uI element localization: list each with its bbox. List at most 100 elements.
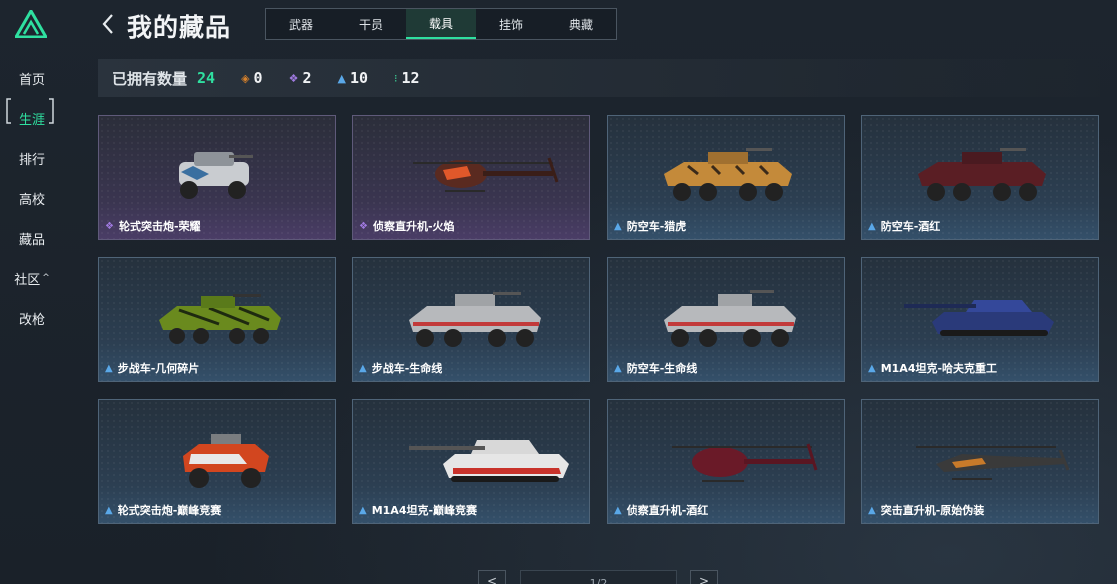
purple-gem-icon: ❖ — [359, 220, 368, 232]
attack-helicopter-icon — [916, 446, 1070, 480]
owned-stats-bar: 已拥有数量 24 ◈ 0 ❖ 2 ▲ 10 ⁝ 12 — [98, 59, 1100, 97]
tank-icon — [904, 300, 1054, 336]
card-caption: ❖ 轮式突击炮-荣耀 — [105, 218, 201, 234]
card-caption: ▲ M1A4坦克-哈夫克重工 — [868, 360, 997, 376]
tab-weapons[interactable]: 武器 — [266, 9, 336, 39]
vehicle-name: 步战车-几何碎片 — [117, 362, 200, 375]
nav-item-label: 首页 — [18, 72, 45, 88]
orange-gem-icon: ◈ — [241, 71, 250, 85]
card-caption: ▲ M1A4坦克-巅峰竞赛 — [359, 502, 477, 518]
tab-charms[interactable]: 挂饰 — [476, 9, 546, 39]
sidebar: 首页 生涯 排行 高校 藏品 社区 ^ 改枪 — [0, 0, 64, 584]
tank-icon — [409, 440, 569, 482]
rarity-count-green: ⁝ 12 — [394, 69, 420, 87]
purple-gem-icon: ❖ — [288, 71, 299, 85]
green-gem-icon: ⁝ — [394, 71, 398, 85]
card-caption: ▲ 步战车-几何碎片 — [105, 360, 199, 376]
vehicle-name: 突击直升机-原始伪装 — [880, 504, 985, 517]
nav-item-label: 生涯 — [18, 112, 45, 128]
tab-operators[interactable]: 干员 — [336, 9, 406, 39]
nav-item-home[interactable]: 首页 — [0, 58, 64, 98]
vehicle-card[interactable]: ▲ 步战车-几何碎片 — [98, 257, 336, 382]
vehicle-card[interactable]: ▲ 侦察直升机-酒红 — [607, 399, 845, 524]
card-caption: ▲ 侦察直升机-酒红 — [614, 502, 708, 518]
vehicle-name: 轮式突击炮-荣耀 — [118, 220, 201, 233]
vehicle-name: M1A4坦克-巅峰竞赛 — [371, 504, 478, 517]
blue-gem-icon: ▲ — [105, 504, 113, 516]
scout-helicopter-icon — [413, 157, 559, 192]
infantry-fighting-vehicle-icon — [159, 294, 281, 344]
vehicle-card[interactable]: ▲ M1A4坦克-哈夫克重工 — [861, 257, 1099, 382]
blue-gem-icon: ▲ — [359, 362, 367, 374]
rarity-count-blue: ▲ 10 — [337, 69, 368, 87]
anti-air-vehicle-icon — [918, 148, 1046, 201]
card-caption: ▲ 防空车-生命线 — [614, 360, 697, 376]
rarity-count-value: 12 — [401, 69, 420, 87]
blue-gem-icon: ▲ — [868, 362, 876, 374]
tab-vehicles[interactable]: 载具 — [406, 9, 476, 39]
vehicle-card[interactable]: ▲ 步战车-生命线 — [352, 257, 590, 382]
nav-item-collection[interactable]: 藏品 — [0, 218, 64, 258]
rarity-count-value: 2 — [302, 69, 312, 87]
rarity-count-value: 10 — [349, 69, 369, 87]
sidebar-nav: 首页 生涯 排行 高校 藏品 社区 ^ 改枪 — [0, 58, 64, 338]
card-caption: ▲ 防空车-猎虎 — [614, 218, 686, 234]
card-caption: ▲ 防空车-酒红 — [868, 218, 940, 234]
owned-count: 24 — [197, 69, 216, 87]
blue-gem-icon: ▲ — [868, 220, 876, 232]
nav-item-university[interactable]: 高校 — [0, 178, 64, 218]
card-caption: ❖ 侦察直升机-火焰 — [359, 218, 455, 234]
card-caption: ▲ 轮式突击炮-巅峰竞赛 — [105, 502, 221, 518]
vehicle-name: 防空车-生命线 — [626, 362, 698, 375]
vehicle-card[interactable]: ▲ 防空车-猎虎 — [607, 115, 845, 240]
anti-air-vehicle-icon — [664, 148, 792, 201]
rarity-count-purple: ❖ 2 — [289, 69, 312, 87]
vehicle-card[interactable]: ▲ 防空车-生命线 — [607, 257, 845, 382]
page-indicator: 1/2 — [520, 570, 677, 584]
vehicle-card[interactable]: ▲ 突击直升机-原始伪装 — [861, 399, 1099, 524]
vehicle-name: 步战车-生命线 — [371, 362, 443, 375]
vehicle-card[interactable]: ▲ 防空车-酒红 — [861, 115, 1099, 240]
blue-gem-icon: ▲ — [105, 362, 113, 374]
prev-page-button[interactable]: < — [478, 570, 506, 584]
nav-item-community[interactable]: 社区 ^ — [0, 258, 64, 298]
nav-item-gunsmith[interactable]: 改枪 — [0, 298, 64, 338]
owned-label: 已拥有数量 — [112, 69, 188, 88]
vehicle-name: 轮式突击炮-巅峰竞赛 — [117, 504, 222, 517]
blue-gem-icon: ▲ — [614, 504, 622, 516]
blue-gem-icon: ▲ — [337, 71, 346, 85]
nav-item-ranking[interactable]: 排行 — [0, 138, 64, 178]
vehicle-card[interactable]: ❖ 轮式突击炮-荣耀 — [98, 115, 336, 240]
wheeled-assault-gun-icon — [183, 434, 269, 488]
back-arrow-icon[interactable] — [100, 12, 116, 36]
card-caption: ▲ 突击直升机-原始伪装 — [868, 502, 984, 518]
nav-item-label: 高校 — [18, 192, 45, 208]
vehicle-name: M1A4坦克-哈夫克重工 — [880, 362, 998, 375]
vehicle-card[interactable]: ▲ 轮式突击炮-巅峰竞赛 — [98, 399, 336, 524]
vehicle-name: 防空车-酒红 — [880, 220, 941, 233]
anti-air-vehicle-icon — [664, 290, 796, 347]
blue-gem-icon: ▲ — [868, 504, 876, 516]
collection-grid: ❖ 轮式突击炮-荣耀 ❖ 侦察直升机-火焰 ▲ 防空车-猎虎 ▲ 防空车-酒红 … — [98, 115, 1100, 525]
next-page-button[interactable]: > — [690, 570, 718, 584]
pagination: < 1/2 > — [478, 570, 723, 584]
rarity-count-orange: ◈ 0 — [241, 69, 263, 87]
infantry-fighting-vehicle-icon — [409, 292, 541, 347]
wheeled-assault-gun-icon — [179, 152, 253, 199]
vehicle-card[interactable]: ▲ M1A4坦克-巅峰竞赛 — [352, 399, 590, 524]
vehicle-name: 侦察直升机-酒红 — [626, 504, 709, 517]
nav-item-label: 改枪 — [18, 312, 45, 328]
app-logo-icon — [15, 10, 47, 38]
nav-item-label: 藏品 — [18, 232, 45, 248]
tab-collectibles[interactable]: 典藏 — [546, 9, 616, 39]
purple-gem-icon: ❖ — [105, 220, 114, 232]
blue-gem-icon: ▲ — [614, 362, 622, 374]
nav-item-career[interactable]: 生涯 — [0, 98, 64, 138]
card-caption: ▲ 步战车-生命线 — [359, 360, 442, 376]
scout-helicopter-icon — [672, 443, 818, 482]
vehicle-name: 防空车-猎虎 — [626, 220, 687, 233]
vehicle-card[interactable]: ❖ 侦察直升机-火焰 — [352, 115, 590, 240]
nav-item-label: 社区 — [14, 272, 41, 288]
vehicle-name: 侦察直升机-火焰 — [372, 220, 455, 233]
nav-item-label: 排行 — [18, 152, 45, 168]
